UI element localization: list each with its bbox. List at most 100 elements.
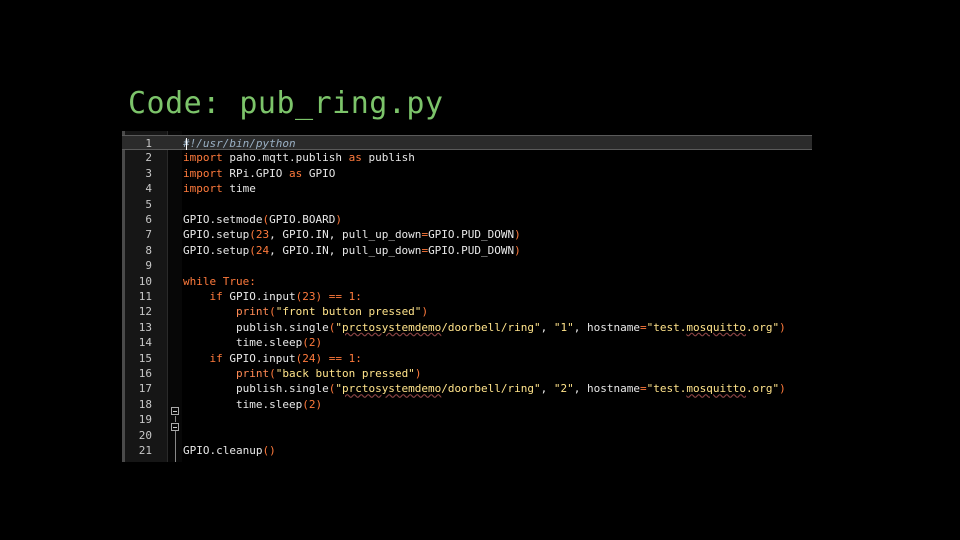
code-token: 23 bbox=[302, 290, 316, 303]
code-token: paho.mqtt.publish bbox=[222, 151, 349, 165]
code-editor[interactable]: 1 #!/usr/bin/python 2 import paho.mqtt.publ… bbox=[122, 131, 812, 462]
code-line[interactable]: 21 GPIO.cleanup() bbox=[122, 443, 812, 458]
code-line[interactable]: 2 import paho.mqtt.publish as publish bbox=[122, 150, 812, 165]
code-token: GPIO.BOARD bbox=[269, 213, 336, 226]
line-number: 1 bbox=[145, 137, 152, 150]
line-code: print("front button pressed") bbox=[183, 304, 428, 319]
code-token: /doorbell/ring" bbox=[441, 382, 541, 396]
code-token: GPIO bbox=[302, 166, 336, 180]
code-token: ) bbox=[414, 367, 422, 380]
code-token: ( bbox=[302, 397, 309, 411]
code-token: if bbox=[209, 290, 223, 303]
code-token: , bbox=[540, 320, 554, 334]
code-line[interactable]: 9 bbox=[122, 258, 812, 273]
code-line[interactable]: 18 time.sleep(2) bbox=[122, 397, 812, 412]
line-number: 14 bbox=[138, 336, 152, 350]
code-token: import bbox=[183, 166, 223, 180]
line-number: 13 bbox=[138, 320, 152, 334]
line-number: 4 bbox=[145, 182, 152, 196]
code-line[interactable]: 11 if GPIO.input(23) == 1: bbox=[122, 289, 812, 304]
code-line[interactable]: 17 publish.single("prctosystemdemo/doorb… bbox=[122, 381, 812, 396]
code-token: as bbox=[288, 166, 303, 180]
code-line[interactable]: 10 while True: bbox=[122, 274, 812, 289]
code-token: == bbox=[322, 290, 349, 303]
line-number: 18 bbox=[138, 397, 152, 411]
code-token: #!/usr/bin/python bbox=[183, 137, 296, 150]
line-code: import time bbox=[183, 181, 256, 196]
code-line[interactable]: 5 bbox=[122, 197, 812, 212]
code-token: 23 bbox=[255, 228, 270, 242]
code-token: = bbox=[640, 320, 647, 334]
code-token: "front button pressed" bbox=[275, 305, 422, 319]
line-code: import paho.mqtt.publish as publish bbox=[183, 150, 415, 165]
line-number: 12 bbox=[138, 305, 152, 319]
code-token: , hostname bbox=[573, 382, 640, 396]
code-token: ( bbox=[269, 367, 276, 380]
code-token: ( bbox=[302, 336, 309, 350]
code-token: ) bbox=[779, 382, 786, 396]
line-code: if GPIO.input(23) == 1: bbox=[183, 289, 362, 304]
line-number: 3 bbox=[145, 166, 152, 180]
code-token: , bbox=[540, 382, 554, 396]
code-token: .org" bbox=[745, 320, 780, 334]
code-line[interactable]: 8 GPIO.setup(24, GPIO.IN, pull_up_down=GP… bbox=[122, 243, 812, 258]
code-line[interactable]: 4 import time bbox=[122, 181, 812, 196]
code-line[interactable]: 20 bbox=[122, 428, 812, 443]
code-line[interactable]: 14 time.sleep(2) bbox=[122, 335, 812, 350]
code-line[interactable]: 19 bbox=[122, 412, 812, 427]
code-token: as bbox=[348, 151, 362, 165]
code-token: "2" bbox=[553, 382, 574, 396]
code-token: "test. bbox=[646, 382, 687, 396]
code-token: GPIO.PUD_DOWN bbox=[428, 243, 515, 257]
code-token: () bbox=[262, 444, 276, 457]
code-token: "1" bbox=[553, 320, 574, 334]
line-number: 19 bbox=[138, 413, 152, 427]
fold-toggle-while[interactable] bbox=[171, 407, 179, 415]
code-line[interactable]: 7 GPIO.setup(23, GPIO.IN, pull_up_down=GP… bbox=[122, 227, 812, 242]
code-token: print bbox=[235, 367, 270, 380]
code-token: GPIO.cleanup bbox=[183, 444, 263, 457]
text-caret bbox=[186, 138, 187, 150]
line-code: print("back button pressed") bbox=[183, 366, 421, 381]
code-line[interactable]: 1 #!/usr/bin/python bbox=[122, 135, 812, 151]
code-line[interactable]: 12 print("front button pressed") bbox=[122, 304, 812, 319]
code-token: mosquitto bbox=[686, 382, 746, 396]
slide-title: Code: pub_ring.py bbox=[128, 86, 444, 121]
code-token: ) bbox=[514, 228, 521, 242]
code-token: ( bbox=[249, 243, 256, 257]
code-token: mosquitto bbox=[686, 320, 746, 334]
code-token: True bbox=[222, 274, 250, 288]
fold-toggle-if-23[interactable] bbox=[171, 423, 179, 431]
code-token: : bbox=[355, 290, 362, 303]
code-token: publish bbox=[361, 151, 415, 165]
line-number: 17 bbox=[138, 382, 152, 396]
code-line[interactable]: 6 GPIO.setmode(GPIO.BOARD) bbox=[122, 212, 812, 227]
line-code: time.sleep(2) bbox=[183, 397, 322, 412]
line-number: 8 bbox=[145, 243, 152, 257]
code-token: ) bbox=[315, 336, 323, 350]
code-token: import bbox=[183, 182, 223, 196]
line-code: publish.single("prctosystemdemo/doorbell… bbox=[183, 381, 786, 396]
code-token: 24 bbox=[302, 351, 316, 365]
code-token: GPIO.setup bbox=[183, 243, 250, 257]
code-token: , GPIO.IN, pull_up_down bbox=[269, 228, 422, 242]
code-token: print bbox=[235, 305, 270, 319]
code-line[interactable]: 16 print("back button pressed") bbox=[122, 366, 812, 381]
line-code: GPIO.setup(23, GPIO.IN, pull_up_down=GPI… bbox=[183, 227, 521, 242]
code-token: ) bbox=[421, 305, 429, 319]
code-token: " bbox=[335, 320, 342, 334]
code-token: ) bbox=[335, 213, 342, 226]
code-token: publish.single bbox=[183, 382, 329, 396]
line-code: time.sleep(2) bbox=[183, 335, 322, 350]
code-token: /doorbell/ring" bbox=[441, 320, 541, 334]
code-line[interactable]: 13 publish.single("prctosystemdemo/doorb… bbox=[122, 320, 812, 335]
code-line[interactable]: 3 import RPi.GPIO as GPIO bbox=[122, 166, 812, 181]
code-token: time bbox=[222, 182, 256, 196]
code-line[interactable]: 15 if GPIO.input(24) == 1: bbox=[122, 351, 812, 366]
line-number: 21 bbox=[138, 444, 152, 457]
